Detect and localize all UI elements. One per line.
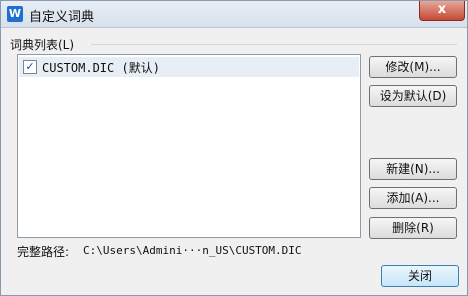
full-path-value: C:\Users\Admini···n_US\CUSTOM.DIC <box>83 244 302 257</box>
window-close-button[interactable]: x <box>419 1 465 21</box>
dictionary-checkbox[interactable]: ✓ <box>23 60 37 74</box>
title-bar[interactable]: W 自定义词典 x <box>1 1 467 28</box>
new-button[interactable]: 新建(N)... <box>369 158 457 180</box>
delete-button[interactable]: 删除(R) <box>369 217 457 239</box>
close-button[interactable]: 关闭 <box>381 265 459 287</box>
wps-app-icon: W <box>7 6 23 22</box>
add-button[interactable]: 添加(A)... <box>369 187 457 209</box>
modify-button[interactable]: 修改(M)... <box>369 56 457 78</box>
full-path-label: 完整路径: <box>17 245 70 259</box>
set-default-button[interactable]: 设为默认(D) <box>369 85 457 107</box>
window-title: 自定义词典 <box>29 10 95 25</box>
custom-dictionary-dialog: W 自定义词典 x 词典列表(L) ✓ CUSTOM.DIC (默认) 修改(M… <box>0 0 468 296</box>
list-item[interactable]: ✓ CUSTOM.DIC (默认) <box>19 57 359 77</box>
dictionary-list-label: 词典列表(L) <box>10 38 75 52</box>
dictionary-name: CUSTOM.DIC (默认) <box>42 61 160 75</box>
dictionary-listbox[interactable]: ✓ CUSTOM.DIC (默认) <box>17 54 361 238</box>
group-divider <box>91 44 457 45</box>
